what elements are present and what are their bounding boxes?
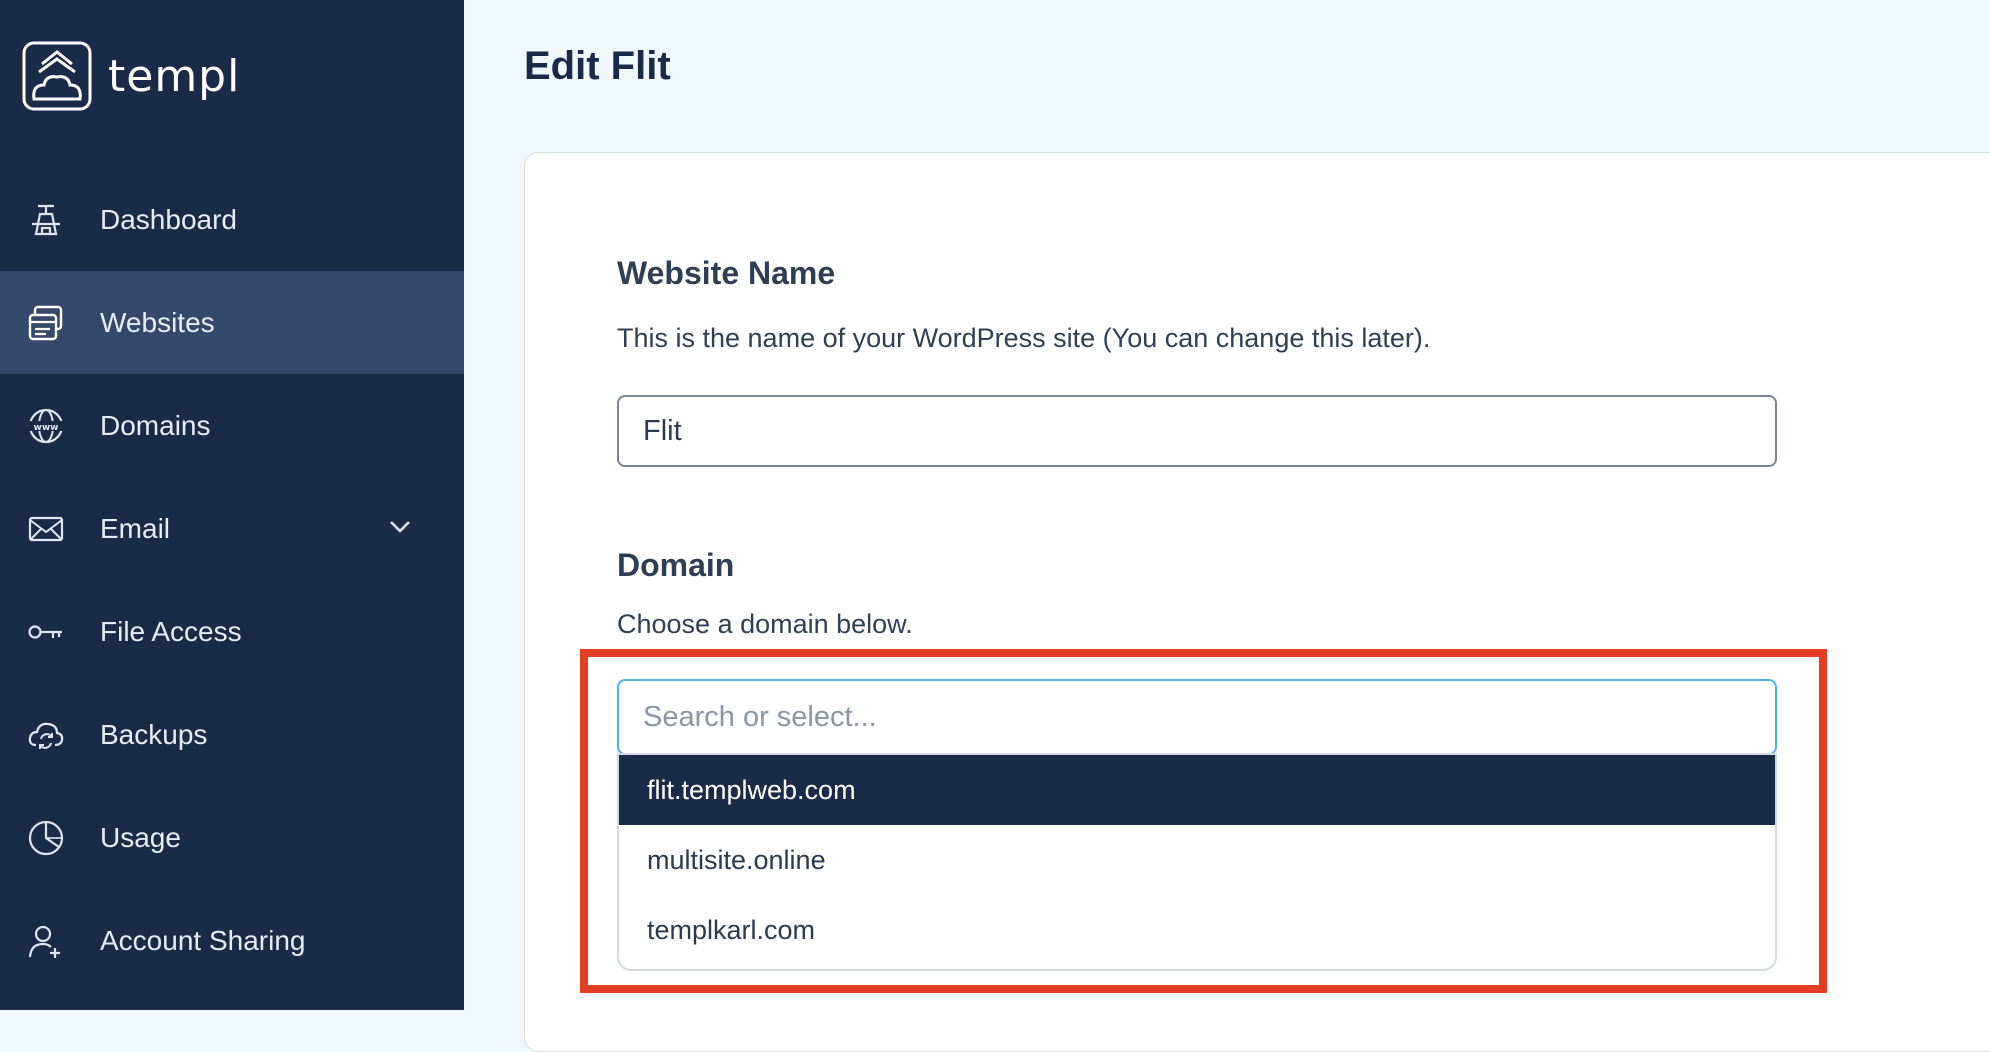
domain-dropdown-list: flit.templweb.com multisite.online templ…: [617, 753, 1777, 971]
pie-chart-icon: [28, 820, 64, 855]
sidebar-item-label: File Access: [100, 615, 242, 647]
sidebar-item-label: Account Sharing: [100, 924, 306, 956]
envelope-icon: [28, 516, 64, 541]
domain-option[interactable]: multisite.online: [619, 825, 1775, 895]
sidebar-nav: Dashboard Websites www Domains Email Fil…: [0, 168, 464, 992]
sidebar-item-usage[interactable]: Usage: [0, 786, 464, 889]
sidebar-item-label: Backups: [100, 718, 208, 750]
svg-text:www: www: [34, 423, 59, 433]
sidebar-item-account-sharing[interactable]: Account Sharing: [0, 889, 464, 992]
sidebar-item-label: Websites: [100, 306, 215, 338]
dashboard-icon: [32, 204, 60, 235]
website-name-title: Website Name: [617, 255, 836, 291]
sidebar-item-file-access[interactable]: File Access: [0, 580, 464, 683]
edit-form-card: Website Name This is the name of your Wo…: [524, 152, 1990, 1052]
chevron-down-icon[interactable]: [386, 513, 414, 541]
domain-option[interactable]: flit.templweb.com: [619, 755, 1775, 825]
sidebar-item-label: Email: [100, 512, 171, 544]
domain-option[interactable]: templkarl.com: [619, 895, 1775, 965]
domain-description: Choose a domain below.: [617, 609, 913, 639]
sidebar-item-dashboard[interactable]: Dashboard: [0, 168, 464, 271]
globe-www-icon: www: [28, 408, 64, 443]
templ-logo-icon: [22, 41, 92, 111]
sidebar-item-email[interactable]: Email: [0, 477, 464, 580]
cloud-sync-icon: [28, 722, 64, 749]
brand[interactable]: templ: [22, 40, 240, 112]
sidebar-item-label: Domains: [100, 409, 211, 441]
sidebar-item-label: Dashboard: [100, 203, 237, 235]
sidebar-item-domains[interactable]: www Domains: [0, 374, 464, 477]
sidebar: templ Dashboard Websites www Domains Ema…: [0, 0, 464, 1010]
main-content: Edit Flit Website Name This is the name …: [464, 0, 1990, 1052]
website-name-input[interactable]: [617, 395, 1777, 467]
domain-title: Domain: [617, 547, 735, 583]
sidebar-item-websites[interactable]: Websites: [0, 271, 464, 374]
website-name-description: This is the name of your WordPress site …: [617, 323, 1431, 353]
add-user-icon: [28, 925, 60, 958]
sidebar-item-label: Usage: [100, 821, 181, 853]
domain-search-input[interactable]: [617, 679, 1777, 755]
brand-name: templ: [108, 50, 241, 102]
page-title: Edit Flit: [524, 44, 671, 88]
websites-icon: [28, 305, 63, 340]
sidebar-item-backups[interactable]: Backups: [0, 683, 464, 786]
key-icon: [28, 624, 62, 639]
